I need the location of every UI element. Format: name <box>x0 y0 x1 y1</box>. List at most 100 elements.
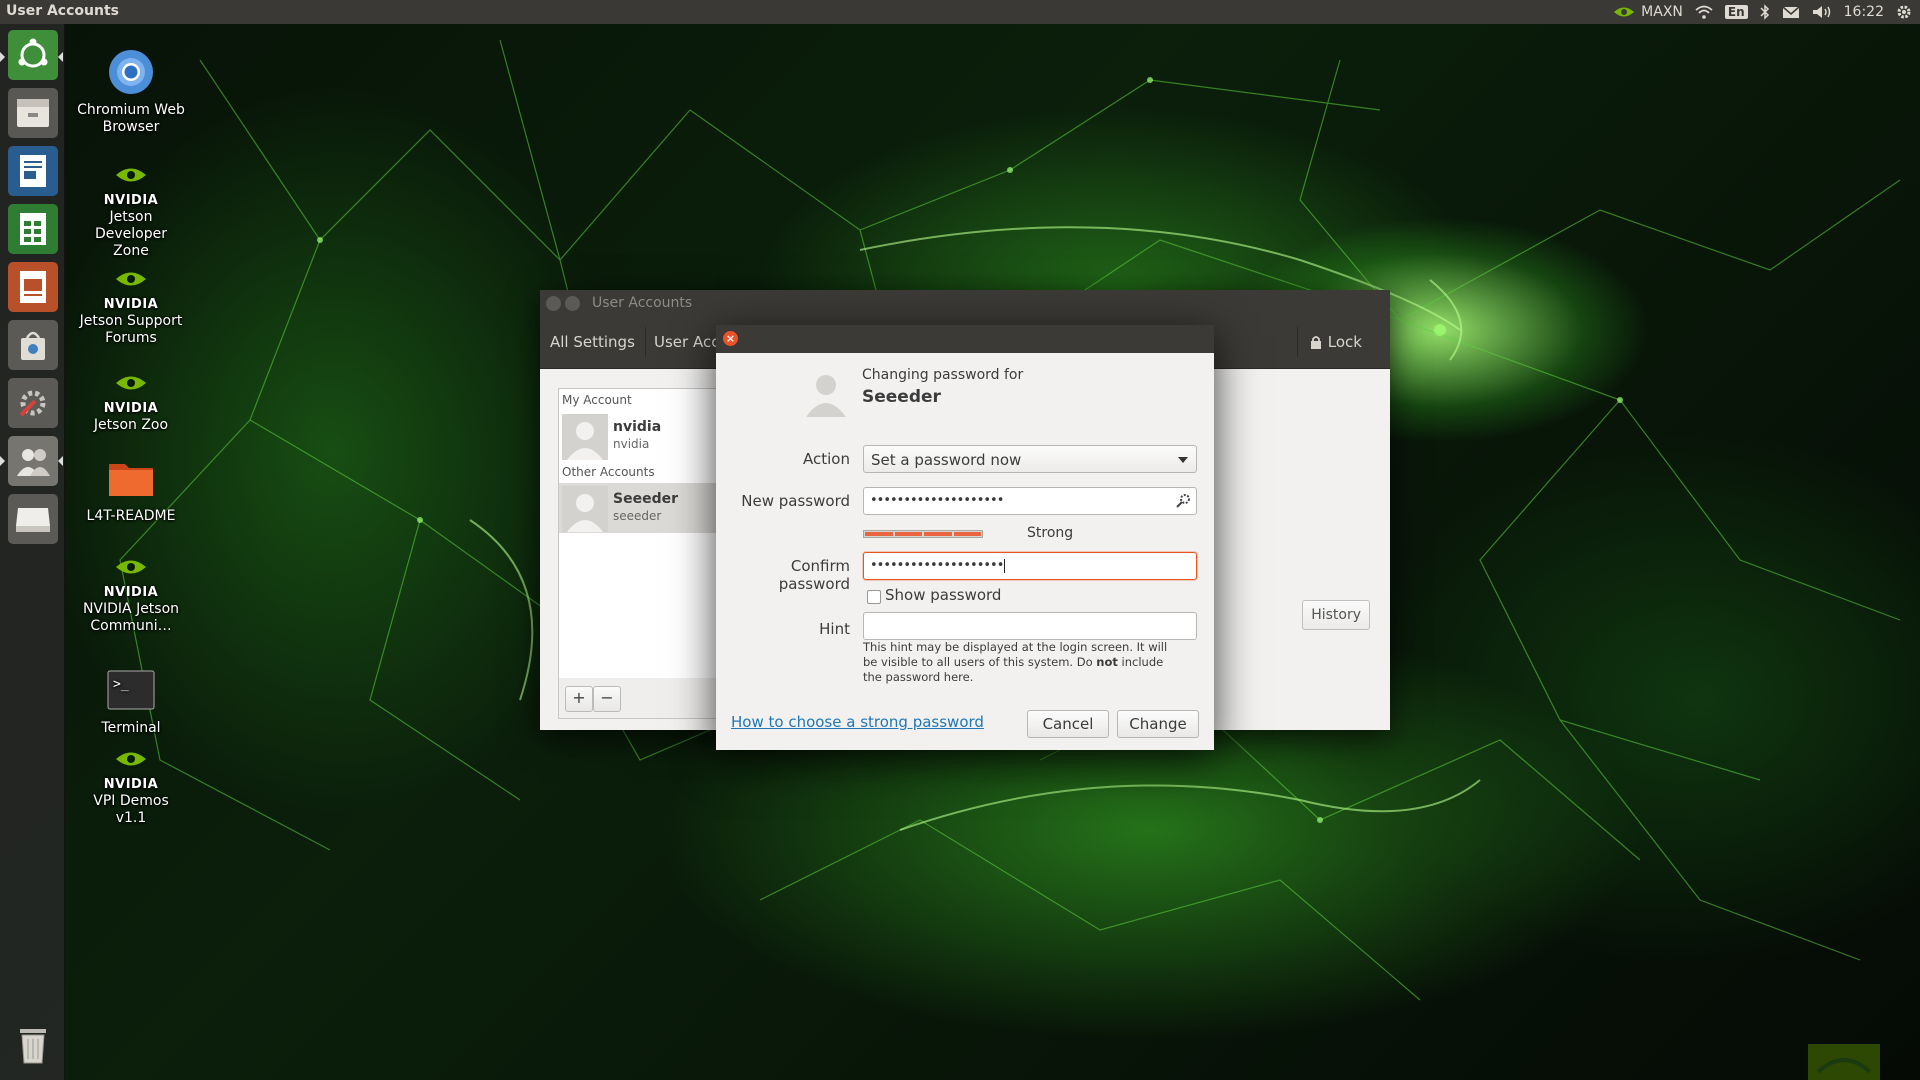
cancel-button[interactable]: Cancel <box>1027 710 1109 738</box>
show-password-label[interactable]: Show password <box>885 586 1001 604</box>
desktop-icon-jetson-developer-zone[interactable]: NVIDIA Jetson Developer Zone <box>76 160 186 260</box>
password-strength-meter <box>863 530 983 538</box>
account-list: My Account nvidia nvidia Other Accounts … <box>558 388 740 680</box>
lock-icon <box>1310 336 1321 349</box>
nvidia-icon <box>103 552 159 582</box>
desktop-icon-jetson-zoo[interactable]: NVIDIA Jetson Zoo <box>76 368 186 434</box>
desktop-icon-label: Terminal <box>101 720 161 736</box>
new-password-value: •••••••••••••••••••• <box>870 493 1004 508</box>
nvidia-power-mode-indicator[interactable]: MAXN <box>1612 4 1683 20</box>
add-user-button[interactable]: + <box>565 686 593 712</box>
action-select[interactable]: Set a password now <box>863 445 1197 473</box>
password-strength-label: Strong <box>1027 525 1074 541</box>
chromium-icon <box>103 44 159 100</box>
clock[interactable]: 16:22 <box>1844 4 1884 20</box>
folder-icon <box>103 450 159 506</box>
avatar <box>804 369 848 417</box>
top-panel: User Accounts MAXN En 16:22 <box>0 0 1920 24</box>
ubuntu-dash-icon[interactable] <box>8 30 58 80</box>
desktop-icon-vpi-demos[interactable]: NVIDIA VPI Demos v1.1 <box>76 744 186 827</box>
history-button[interactable]: History <box>1302 600 1370 630</box>
show-password-checkbox[interactable] <box>867 590 881 604</box>
window-titlebar[interactable]: User Accounts <box>540 290 1390 318</box>
confirm-password-value: •••••••••••••••••••• <box>870 558 1004 573</box>
drive-icon[interactable] <box>8 494 58 544</box>
indicator-area: MAXN En 16:22 <box>1612 0 1912 24</box>
writer-icon[interactable] <box>8 146 58 196</box>
account-name: nvidia <box>613 419 662 435</box>
avatar <box>562 486 608 532</box>
keyboard-layout-indicator[interactable]: En <box>1724 5 1748 19</box>
generate-password-icon[interactable] <box>1175 493 1191 519</box>
nvidia-icon <box>103 368 159 398</box>
window-title: User Accounts <box>592 295 693 311</box>
chevron-down-icon <box>1178 457 1188 463</box>
my-account-header: My Account <box>562 393 632 407</box>
close-icon[interactable] <box>546 296 561 311</box>
hint-field[interactable] <box>863 612 1197 640</box>
hint-help-text: This hint may be displayed at the login … <box>863 640 1168 684</box>
change-button[interactable]: Change <box>1117 710 1199 738</box>
user-accounts-icon[interactable] <box>8 436 58 486</box>
all-settings-button[interactable]: All Settings <box>540 327 646 357</box>
desktop-icon-l4t-readme[interactable]: L4T-README <box>76 450 186 525</box>
action-select-value: Set a password now <box>871 451 1022 469</box>
account-list-toolbar: + − <box>558 678 740 719</box>
strength-segment <box>953 532 981 536</box>
dialog-subtitle: Changing password for <box>862 367 1024 383</box>
lock-label: Lock <box>1327 333 1362 351</box>
desktop-icon-label: Chromium Web Browser <box>77 102 185 135</box>
power-mode-label: MAXN <box>1641 4 1683 20</box>
dialog-titlebar[interactable]: × <box>716 325 1214 353</box>
list-item[interactable]: nvidia nvidia <box>559 411 739 461</box>
desktop-icon-label: Jetson Developer Zone <box>94 209 167 259</box>
strength-segment <box>894 532 922 536</box>
action-label: Action <box>803 450 850 468</box>
strength-segment <box>924 532 952 536</box>
nvidia-icon <box>1614 7 1635 17</box>
strong-password-help-link[interactable]: How to choose a strong password <box>731 713 984 731</box>
new-password-field[interactable]: •••••••••••••••••••• <box>863 487 1197 515</box>
desktop-icon-nvidia-jetson-community[interactable]: NVIDIA NVIDIA Jetson Communi… <box>76 552 186 635</box>
remove-user-button[interactable]: − <box>593 686 621 712</box>
desktop-icon-terminal[interactable]: >_ Terminal <box>76 662 186 737</box>
nvidia-logo-text: NVIDIA <box>103 193 159 208</box>
hint-label: Hint <box>819 620 850 638</box>
bluetooth-icon[interactable] <box>1760 4 1770 20</box>
dialog-username: Seeeder <box>862 387 941 407</box>
launcher-focused-indicator <box>58 456 63 466</box>
nvidia-icon <box>103 160 159 190</box>
avatar <box>562 414 608 460</box>
launcher-active-indicator <box>0 52 5 62</box>
nvidia-icon <box>103 744 159 774</box>
lock-button[interactable]: Lock <box>1296 327 1374 357</box>
files-icon[interactable] <box>8 88 58 138</box>
mail-icon[interactable] <box>1782 5 1800 19</box>
desktop-icon-jetson-support-forums[interactable]: NVIDIA Jetson Support Forums <box>76 264 186 347</box>
calc-icon[interactable] <box>8 204 58 254</box>
desktop-icon-label: L4T-README <box>86 508 176 524</box>
confirm-password-label: Confirm password <box>778 557 850 593</box>
desktop-icon-label: Jetson Support Forums <box>79 313 183 346</box>
confirm-password-field[interactable]: •••••••••••••••••••• <box>863 552 1197 580</box>
nvidia-logo-text: NVIDIA <box>103 585 159 600</box>
keyboard-layout-label: En <box>1724 5 1748 19</box>
account-login: nvidia <box>613 437 650 451</box>
desktop-icon-chromium[interactable]: Chromium Web Browser <box>76 44 186 136</box>
system-settings-icon[interactable] <box>8 378 58 428</box>
launcher <box>0 24 65 1080</box>
change-password-dialog: × Changing password for Seeeder Action S… <box>716 325 1214 750</box>
desktop-icon-label: Jetson Zoo <box>93 417 169 433</box>
nvidia-logo-text: NVIDIA <box>103 401 159 416</box>
volume-icon[interactable] <box>1812 5 1832 19</box>
close-icon[interactable]: × <box>723 331 738 346</box>
wifi-icon[interactable] <box>1695 5 1713 19</box>
minimize-icon[interactable] <box>565 296 580 311</box>
list-item[interactable]: Seeeder seeeder <box>559 483 739 533</box>
trash-icon[interactable] <box>8 1020 58 1070</box>
software-center-icon[interactable] <box>8 320 58 370</box>
gear-icon[interactable] <box>1896 4 1912 20</box>
launcher-focus-indicator <box>58 52 63 62</box>
nvidia-icon <box>103 264 159 294</box>
impress-icon[interactable] <box>8 262 58 312</box>
